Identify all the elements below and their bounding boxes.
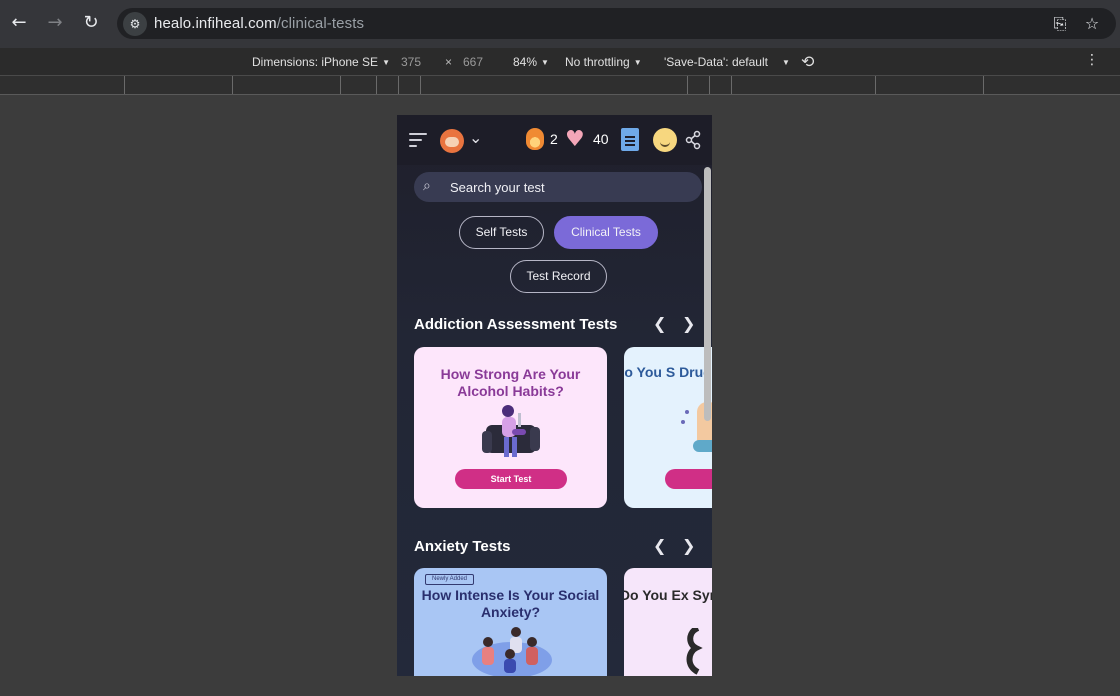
save-data-select[interactable]: 'Save-Data': default ▼ [664, 55, 790, 69]
heart-icon: ♥ [565, 127, 585, 152]
throttling-select[interactable]: No throttling ▼ [565, 55, 642, 69]
card-title: Do You Ex Sym [624, 587, 712, 603]
search-bar: ⌕ [414, 172, 702, 202]
smiley-icon[interactable] [653, 128, 677, 152]
tab-clinical-tests[interactable]: Clinical Tests [554, 216, 658, 249]
share-icon[interactable] [685, 130, 701, 150]
flame-icon [526, 128, 544, 150]
symptom-illustration [686, 628, 703, 675]
chevron-left-icon[interactable]: ❮ [653, 314, 666, 333]
site-info-icon[interactable]: ⚙ [123, 12, 147, 36]
alcohol-illustration [482, 405, 540, 457]
back-arrow-icon[interactable]: ← [6, 10, 32, 36]
install-app-icon[interactable]: ⎘ [1049, 13, 1071, 35]
search-icon: ⌕ [423, 178, 431, 194]
streak-count: 2 [550, 131, 558, 147]
menu-icon[interactable] [409, 133, 427, 151]
new-badge: Newly Added [425, 574, 475, 585]
address-bar[interactable]: ⚙ healo.infiheal.com/clinical-tests ⎘ ☆ [117, 8, 1116, 39]
chevron-right-icon[interactable]: ❯ [682, 536, 695, 555]
start-test-button[interactable]: S [665, 469, 712, 489]
url-text[interactable]: healo.infiheal.com/clinical-tests [154, 15, 364, 32]
test-card[interactable]: How Strong Are Your Alcohol Habits? Star… [414, 347, 607, 508]
section-title: Addiction Assessment Tests [414, 316, 618, 333]
scrollbar[interactable] [704, 167, 711, 421]
dimension-times: × [445, 55, 453, 69]
chevron-right-icon[interactable]: ❯ [682, 314, 695, 333]
bookmark-star-icon[interactable]: ☆ [1081, 13, 1103, 35]
media-query-ruler [0, 76, 1120, 95]
mobile-viewport: ⌄ 2 ♥ 40 ⌕ Self Tests Clinical Tests Tes… [397, 115, 712, 676]
section-title: Anxiety Tests [414, 538, 511, 555]
start-test-button[interactable]: Start Test [455, 469, 567, 489]
social-anxiety-illustration [472, 627, 552, 676]
document-icon[interactable] [621, 128, 639, 151]
chevron-left-icon[interactable]: ❮ [653, 536, 666, 555]
app-header: ⌄ 2 ♥ 40 [397, 115, 712, 165]
hearts-count: 40 [593, 131, 609, 147]
test-card[interactable]: Newly Added How Intense Is Your Social A… [414, 568, 607, 676]
card-title: Do You S Drug D [624, 364, 712, 380]
test-card[interactable]: Do You Ex Sym [624, 568, 712, 676]
chevron-down-icon[interactable]: ⌄ [469, 128, 482, 147]
avatar[interactable] [440, 129, 464, 153]
height-input[interactable]: 667 [463, 55, 483, 69]
zoom-select[interactable]: 84% ▼ [513, 55, 549, 69]
more-options-icon[interactable]: ⋮ [1085, 52, 1099, 68]
card-title: How Intense Is Your Social Anxiety? [421, 587, 600, 620]
test-card[interactable]: Do You S Drug D S [624, 347, 712, 508]
browser-toolbar: ← → ↻ ⚙ healo.infiheal.com/clinical-test… [0, 0, 1120, 48]
reload-icon[interactable]: ↻ [78, 10, 104, 36]
device-toolbar: Dimensions: iPhone SE ▼ 375 × 667 84% ▼ No… [0, 48, 1120, 76]
tab-self-tests[interactable]: Self Tests [459, 216, 544, 249]
width-input[interactable]: 375 [401, 55, 421, 69]
device-select[interactable]: Dimensions: iPhone SE ▼ [252, 55, 390, 69]
forward-arrow-icon[interactable]: → [42, 10, 68, 36]
card-title: How Strong Are Your Alcohol Habits? [440, 366, 581, 399]
search-input[interactable] [450, 172, 690, 202]
tab-test-record[interactable]: Test Record [510, 260, 607, 293]
rotate-icon[interactable]: ⟲ [801, 52, 814, 71]
